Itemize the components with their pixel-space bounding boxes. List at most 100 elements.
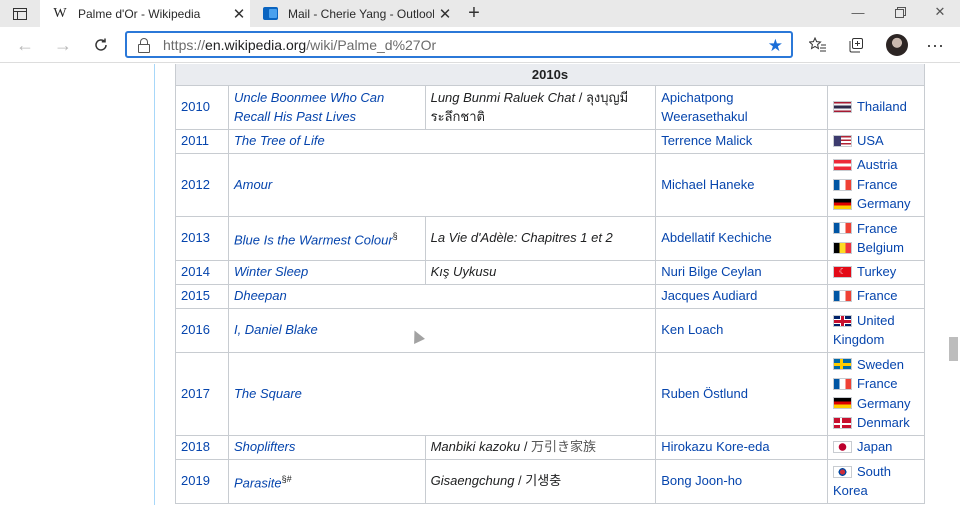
- original-title: Gisaengchung: [430, 473, 515, 489]
- favorites-button[interactable]: [803, 31, 833, 59]
- country-link[interactable]: Turkey: [857, 262, 896, 282]
- year-link[interactable]: 2018: [175, 434, 229, 460]
- scrollbar-thumb[interactable]: [949, 337, 958, 361]
- director-link[interactable]: Bong Joon-ho: [655, 458, 828, 504]
- sweden-flag-icon: [832, 358, 852, 371]
- year-link[interactable]: 2017: [175, 351, 229, 436]
- director-link[interactable]: Terrence Malick: [655, 128, 828, 154]
- tab-actions-menu-button[interactable]: [0, 0, 40, 27]
- profile-avatar[interactable]: [886, 34, 908, 56]
- country-link[interactable]: France: [857, 175, 897, 195]
- back-button[interactable]: ←: [10, 31, 40, 59]
- film-link[interactable]: The Tree of Life: [234, 133, 325, 148]
- year-link[interactable]: 2010: [175, 84, 229, 130]
- country-link[interactable]: France: [857, 219, 897, 239]
- favorite-star-icon[interactable]: ★: [768, 36, 783, 56]
- original-title: La Vie d'Adèle: Chapitres 1 et 2: [424, 215, 657, 261]
- film-link[interactable]: Blue Is the Warmest Colour: [234, 232, 393, 247]
- table-row: 2013 Blue Is the Warmest Colour§ La Vie …: [175, 215, 926, 261]
- country-link[interactable]: France: [857, 374, 897, 394]
- plus-icon: +: [468, 2, 480, 24]
- director-link[interactable]: Jacques Audiard: [655, 283, 828, 309]
- year-link[interactable]: 2013: [175, 215, 229, 261]
- more-icon: ···: [926, 34, 944, 55]
- year-link[interactable]: 2016: [175, 307, 229, 353]
- japan-flag-icon: [832, 441, 852, 453]
- collections-icon: [849, 38, 863, 53]
- back-arrow-icon: ←: [16, 34, 34, 55]
- film-link[interactable]: Uncle Boonmee Who Can Recall His Past Li…: [234, 90, 384, 125]
- usa-flag-icon: [832, 135, 852, 147]
- year-link[interactable]: 2015: [175, 283, 229, 309]
- original-title-native: 万引き家族: [531, 439, 597, 455]
- close-window-button[interactable]: ✕: [922, 0, 958, 24]
- forward-arrow-icon: →: [54, 34, 72, 55]
- film-link[interactable]: Parasite: [234, 475, 282, 490]
- germany-flag-icon: [832, 397, 852, 410]
- table-row: 2019 Parasite§# Gisaengchung / 기생충 Bong …: [175, 458, 926, 504]
- table-row: 2017 The Square Ruben Östlund Sweden Fra…: [175, 351, 926, 436]
- wikipedia-icon: W: [53, 5, 67, 21]
- year-link[interactable]: 2012: [175, 152, 229, 217]
- outlook-icon: [262, 7, 278, 20]
- year-link[interactable]: 2019: [175, 458, 229, 504]
- film-link[interactable]: Dheepan: [234, 288, 287, 303]
- close-tab-icon[interactable]: ✕: [228, 5, 250, 23]
- director-link[interactable]: Abdellatif Kechiche: [655, 215, 828, 261]
- country-link[interactable]: Austria: [857, 155, 897, 175]
- close-icon: ✕: [934, 4, 946, 19]
- director-link[interactable]: Apichatpong Weerasethakul: [655, 84, 828, 130]
- film-link[interactable]: Shoplifters: [234, 439, 295, 454]
- table-row: 2011 The Tree of Life Terrence Malick US…: [175, 128, 926, 154]
- footnote-mark: §#: [281, 473, 292, 484]
- country-link[interactable]: Sweden: [857, 355, 904, 375]
- year-link[interactable]: 2014: [175, 259, 229, 285]
- page-scrollbar[interactable]: [948, 64, 960, 505]
- page-content: 2010s 2010 Uncle Boonmee Who Can Recall …: [0, 64, 960, 505]
- country-link[interactable]: Denmark: [857, 413, 910, 433]
- original-title: Kış Uykusu: [424, 259, 657, 285]
- director-link[interactable]: Ken Loach: [655, 307, 828, 353]
- director-link[interactable]: Hirokazu Kore-eda: [655, 434, 828, 460]
- tab-outlook[interactable]: Mail - Cherie Yang - Outlook ✕: [250, 0, 456, 27]
- film-link[interactable]: Amour: [234, 177, 272, 192]
- decade-header-row: 2010s: [175, 64, 925, 86]
- url-text[interactable]: https://en.wikipedia.org/wiki/Palme_d%27…: [163, 37, 436, 53]
- france-flag-icon: [832, 377, 852, 390]
- collections-button[interactable]: [841, 31, 871, 59]
- denmark-flag-icon: [832, 416, 852, 429]
- address-bar[interactable]: https://en.wikipedia.org/wiki/Palme_d%27…: [125, 31, 793, 58]
- film-link[interactable]: The Square: [234, 386, 302, 401]
- film-link[interactable]: I, Daniel Blake: [234, 322, 318, 337]
- country-link[interactable]: Germany: [857, 394, 910, 414]
- country-link[interactable]: Thailand: [857, 97, 907, 117]
- minimize-icon: —: [851, 4, 865, 20]
- country-link[interactable]: USA: [857, 131, 884, 151]
- minimize-button[interactable]: —: [840, 0, 876, 24]
- table-row: 2018 Shoplifters Manbiki kazoku / 万引き家族 …: [175, 434, 926, 460]
- original-title: Manbiki kazoku: [430, 439, 521, 455]
- tab-wikipedia[interactable]: W Palme d'Or - Wikipedia ✕: [40, 0, 250, 27]
- refresh-button[interactable]: [86, 31, 116, 59]
- france-flag-icon: [832, 222, 852, 235]
- close-tab-icon[interactable]: ✕: [434, 5, 456, 23]
- director-link[interactable]: Michael Haneke: [655, 152, 828, 217]
- year-link[interactable]: 2011: [175, 128, 229, 154]
- table-row: 2016 I, Daniel Blake Ken Loach United Ki…: [175, 307, 926, 353]
- country-link[interactable]: Germany: [857, 194, 910, 214]
- film-link[interactable]: Winter Sleep: [234, 264, 308, 279]
- director-link[interactable]: Ruben Östlund: [655, 351, 828, 436]
- director-link[interactable]: Nuri Bilge Ceylan: [655, 259, 828, 285]
- country-link[interactable]: Belgium: [857, 238, 904, 258]
- maximize-button[interactable]: [882, 0, 918, 24]
- new-tab-button[interactable]: +: [460, 0, 488, 27]
- forward-button[interactable]: →: [48, 31, 78, 59]
- country-link[interactable]: France: [857, 286, 897, 306]
- settings-more-button[interactable]: ···: [920, 31, 950, 59]
- tab-strip: W Palme d'Or - Wikipedia ✕ Mail - Cherie…: [0, 0, 960, 27]
- germany-flag-icon: [832, 198, 852, 210]
- tab-actions-icon: [13, 7, 27, 20]
- sidebar-divider: [154, 64, 155, 505]
- decade-header: 2010s: [175, 64, 925, 86]
- country-link[interactable]: Japan: [857, 437, 892, 457]
